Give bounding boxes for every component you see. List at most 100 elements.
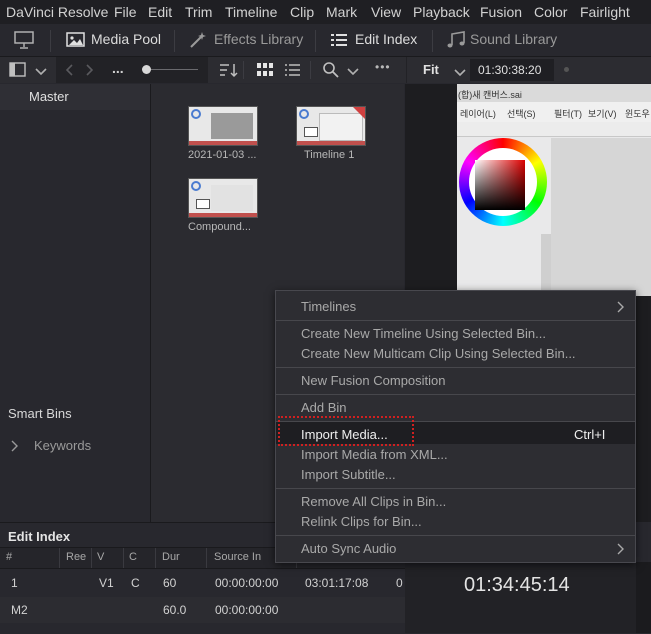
compound-clip-label[interactable]: Compound... xyxy=(188,221,251,233)
record-timecode[interactable]: 01:34:45:14 xyxy=(464,574,570,597)
interface-toolbar: Media Pool Effects Library Edit Index So… xyxy=(0,24,651,57)
row-duration: 60 xyxy=(163,576,177,590)
menu-item-add-bin[interactable]: Add Bin xyxy=(301,400,347,415)
submenu-arrow-icon xyxy=(616,542,624,560)
menu-item-remove-all-clips[interactable]: Remove All Clips in Bin... xyxy=(301,494,446,509)
list-icon xyxy=(330,32,348,53)
more-options-icon[interactable]: ••• xyxy=(375,60,391,74)
column-header[interactable]: # xyxy=(6,551,12,563)
edit-index-title: Edit Index xyxy=(8,529,71,544)
monitor-icon[interactable] xyxy=(13,30,35,55)
row-source-in: 00:00:00:00 xyxy=(215,576,279,590)
menu-item-import-subtitle[interactable]: Import Subtitle... xyxy=(301,467,396,482)
row-truncated: 0 xyxy=(396,576,403,590)
panel-toggle-icon[interactable] xyxy=(9,62,26,83)
row-video-track: V1 xyxy=(99,576,114,590)
source-timecode[interactable]: 01:30:38:20 xyxy=(478,63,541,77)
menu-mark[interactable]: Mark xyxy=(326,4,357,20)
column-header[interactable]: Ree xyxy=(66,551,86,563)
grid-view-icon[interactable] xyxy=(257,63,273,82)
row-transition: C xyxy=(131,576,140,590)
menu-clip[interactable]: Clip xyxy=(290,4,314,20)
table-row[interactable] xyxy=(0,597,405,623)
row-number: 1 xyxy=(11,576,18,590)
highlight-box xyxy=(278,416,414,446)
viewer-menu-item: 보기(V) xyxy=(588,109,617,119)
column-header[interactable]: Source In xyxy=(214,551,261,563)
search-icon[interactable] xyxy=(322,61,340,84)
media-pool-button[interactable]: Media Pool xyxy=(60,24,170,56)
edit-index-label: Edit Index xyxy=(355,31,418,47)
bin-master[interactable]: Master xyxy=(0,84,150,110)
smart-bin-keywords[interactable]: Keywords xyxy=(0,430,150,460)
column-header[interactable]: Dur xyxy=(162,551,180,563)
forward-arrow-icon[interactable] xyxy=(85,63,95,82)
menu-fairlight[interactable]: Fairlight xyxy=(580,4,630,20)
column-header[interactable]: C xyxy=(129,551,137,563)
zoom-fit-label[interactable]: Fit xyxy=(423,62,439,77)
submenu-arrow-icon xyxy=(616,300,624,318)
menu-fusion[interactable]: Fusion xyxy=(480,4,522,20)
menu-bar: DaVinci Resolve File Edit Trim Timeline … xyxy=(0,0,651,24)
viewer-menu-item: 필터(T) xyxy=(554,109,583,119)
menu-playback[interactable]: Playback xyxy=(413,4,470,20)
effects-library-button[interactable]: Effects Library xyxy=(184,24,304,56)
zoom-slider[interactable] xyxy=(146,69,198,70)
bin-list-panel: Master Smart Bins Keywords xyxy=(0,84,151,522)
menu-davinci-resolve[interactable]: DaVinci Resolve xyxy=(6,4,108,20)
menu-file[interactable]: File xyxy=(114,4,137,20)
zoom-slider-handle[interactable] xyxy=(142,65,151,74)
menu-edit[interactable]: Edit xyxy=(148,4,172,20)
row-source-out: 03:01:17:08 xyxy=(305,576,369,590)
edit-index-button[interactable]: Edit Index xyxy=(324,24,424,56)
sort-icon[interactable] xyxy=(219,62,239,83)
menu-trim[interactable]: Trim xyxy=(185,4,212,20)
compound-clip-thumbnail[interactable] xyxy=(188,178,258,218)
status-dot-icon xyxy=(564,67,569,72)
clip-label[interactable]: 2021-01-03 ... xyxy=(188,149,257,161)
sound-library-label: Sound Library xyxy=(470,31,558,47)
viewer-menu-item: 레이어(L) xyxy=(460,109,496,119)
effects-library-label: Effects Library xyxy=(214,31,304,47)
menu-item-import-media-from-xml[interactable]: Import Media from XML... xyxy=(301,447,448,462)
magic-wand-icon xyxy=(188,30,208,55)
clip-thumbnail[interactable] xyxy=(188,106,258,146)
smart-bins-header[interactable]: Smart Bins xyxy=(8,406,72,421)
record-timecode-panel: 01:34:45:14 xyxy=(405,562,651,633)
viewer-app-title: (합)새 캔버스.sai xyxy=(458,90,522,100)
menu-item-create-new-timeline[interactable]: Create New Timeline Using Selected Bin..… xyxy=(301,326,546,341)
chevron-right-icon xyxy=(9,439,19,457)
menu-timeline[interactable]: Timeline xyxy=(225,4,277,20)
menu-item-new-fusion-composition[interactable]: New Fusion Composition xyxy=(301,373,446,388)
timeline-corner-marker xyxy=(353,107,365,119)
sound-library-button[interactable]: Sound Library xyxy=(440,24,560,56)
viewer-menu-item: 선택(S) xyxy=(507,109,536,119)
row-number: M2 xyxy=(11,603,28,617)
menu-item-auto-sync-audio[interactable]: Auto Sync Audio xyxy=(301,541,396,556)
column-header[interactable]: V xyxy=(97,551,104,563)
keywords-label: Keywords xyxy=(34,438,92,453)
timeline-label[interactable]: Timeline 1 xyxy=(304,149,354,161)
viewer-menu-item: 윈도우 xyxy=(625,109,650,119)
menu-color[interactable]: Color xyxy=(534,4,567,20)
menu-item-timelines-label: Timelines xyxy=(301,299,357,314)
search-options-chevron-icon[interactable] xyxy=(347,64,359,82)
media-pool-subbar: ... ••• Fit 01:30:38:20 xyxy=(0,57,651,83)
row-source-in: 00:00:00:00 xyxy=(215,603,279,617)
timeline-thumbnail[interactable] xyxy=(296,106,366,146)
back-arrow-icon[interactable] xyxy=(64,63,74,82)
path-ellipsis[interactable]: ... xyxy=(112,60,124,76)
chevron-down-icon[interactable] xyxy=(35,64,47,82)
music-note-icon xyxy=(445,30,467,55)
context-menu: Timelines Create New Timeline Using Sele… xyxy=(275,290,636,563)
color-wheel xyxy=(459,138,547,236)
menu-item-create-multicam[interactable]: Create New Multicam Clip Using Selected … xyxy=(301,346,576,361)
import-media-shortcut: Ctrl+I xyxy=(574,427,606,442)
menu-view[interactable]: View xyxy=(371,4,401,20)
list-view-icon[interactable] xyxy=(285,63,300,82)
media-pool-label: Media Pool xyxy=(91,31,162,47)
menu-item-relink-clips[interactable]: Relink Clips for Bin... xyxy=(301,514,422,529)
viewer-image: (합)새 캔버스.sai 레이어(L) 선택(S) 필터(T) 보기(V) 윈도… xyxy=(457,84,651,296)
fit-chevron-icon[interactable] xyxy=(454,65,466,83)
bin-master-label: Master xyxy=(29,89,69,104)
